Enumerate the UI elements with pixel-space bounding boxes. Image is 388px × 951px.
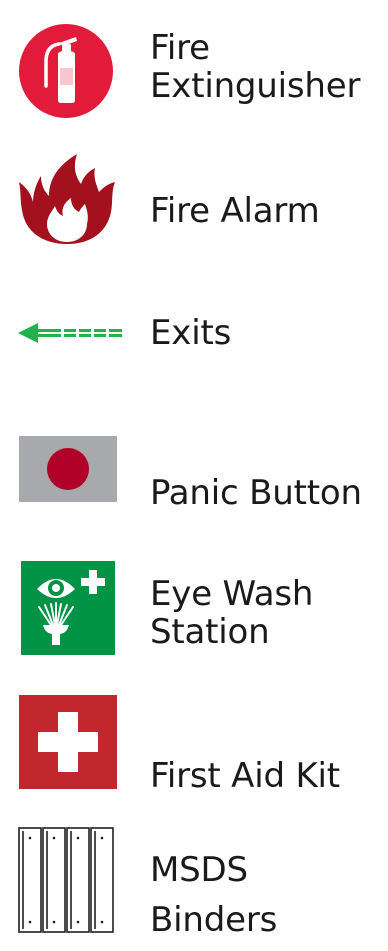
eye-wash-label-line1: Eye Wash [150, 574, 314, 614]
binders-icon [18, 827, 114, 933]
first-aid-label: First Aid Kit [150, 757, 340, 795]
first-aid-cross-icon [19, 695, 117, 789]
panic-button-icon [19, 436, 117, 502]
legend-item-first-aid: First Aid Kit [0, 680, 388, 815]
exit-arrow-icon [18, 321, 122, 345]
exits-label-line1: Exits [150, 313, 232, 353]
fire-alarm-label-line1: Fire Alarm [150, 191, 320, 231]
panic-button-label: Panic Button [150, 474, 362, 512]
eye-wash-label: Eye Wash Station [150, 575, 313, 651]
msds-label-line2: Binders [150, 900, 278, 940]
fire-extinguisher-label-line1: Fire [150, 28, 210, 68]
exits-label: Exits [150, 314, 231, 352]
legend-item-msds: MSDS Binders [0, 815, 388, 951]
fire-alarm-label: Fire Alarm [150, 192, 320, 230]
flame-icon [19, 148, 115, 248]
legend-item-fire-extinguisher: Fire Extinguisher [0, 0, 388, 140]
msds-label-line1: MSDS [150, 850, 248, 890]
eye-wash-icon [21, 561, 115, 655]
msds-label: MSDS Binders [150, 845, 277, 945]
panic-button-label-line1: Panic Button [150, 473, 362, 513]
legend-item-fire-alarm: Fire Alarm [0, 140, 388, 280]
fire-extinguisher-label-line2: Extinguisher [150, 66, 361, 106]
legend-item-exits: Exits [0, 280, 388, 410]
first-aid-label-line1: First Aid Kit [150, 756, 340, 796]
fire-extinguisher-icon [19, 24, 113, 118]
eye-wash-label-line2: Station [150, 612, 270, 652]
legend-item-eye-wash: Eye Wash Station [0, 550, 388, 680]
legend-item-panic-button: Panic Button [0, 410, 388, 550]
fire-extinguisher-label: Fire Extinguisher [150, 29, 360, 105]
